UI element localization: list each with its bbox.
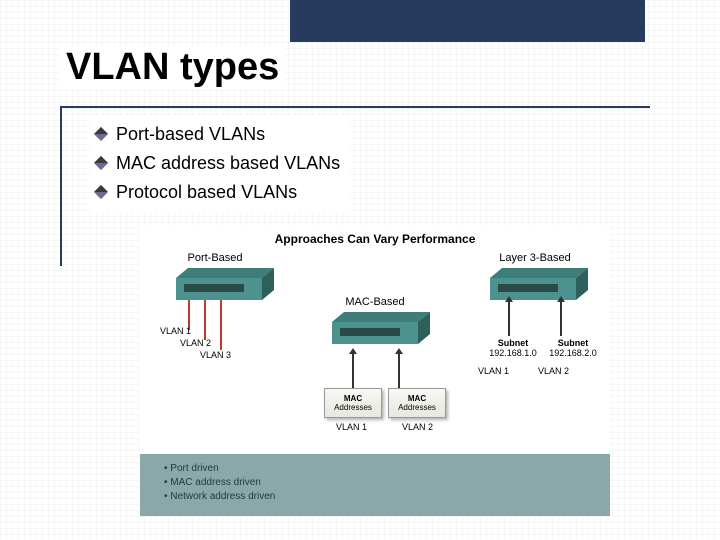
switch-icon <box>478 268 588 310</box>
bullet-list: Port-based VLANs MAC address based VLANs… <box>90 116 350 212</box>
port-line <box>220 300 222 350</box>
title-rule-h <box>60 106 650 108</box>
bullet-text: Port-based VLANs <box>116 120 265 149</box>
bullet-item: Port-based VLANs <box>96 120 340 149</box>
bullet-text: Protocol based VLANs <box>116 178 297 207</box>
diamond-icon <box>94 127 108 141</box>
mac-box: MAC Addresses <box>324 388 382 418</box>
mac-box-title: MAC <box>389 394 445 403</box>
bullet-item: Protocol based VLANs <box>96 178 340 207</box>
vlan-label: VLAN 2 <box>402 422 433 432</box>
port-line <box>204 300 206 340</box>
vlan-label: VLAN 2 <box>180 338 211 348</box>
arrow-icon <box>398 354 400 388</box>
slide-title: VLAN types <box>60 46 285 89</box>
switch-icon <box>164 268 274 310</box>
vlan-label: VLAN 2 <box>538 366 569 376</box>
mac-box: MAC Addresses <box>388 388 446 418</box>
footer-item: Network address driven <box>164 490 596 504</box>
mac-box-title: MAC <box>325 394 381 403</box>
bullet-item: MAC address based VLANs <box>96 149 340 178</box>
subnet-label: Subnet 192.168.1.0 <box>486 338 540 358</box>
footer-band: Port driven MAC address driven Network a… <box>140 454 610 516</box>
vlan-label: VLAN 1 <box>336 422 367 432</box>
mac-box-sub: Addresses <box>389 403 445 412</box>
footer-item: Port driven <box>164 462 596 476</box>
figure-title: Approaches Can Vary Performance <box>140 232 610 246</box>
vlan-label: VLAN 1 <box>160 326 191 336</box>
arrow-icon <box>352 354 354 388</box>
switch-icon <box>320 312 430 354</box>
title-rule-v <box>60 106 62 266</box>
subnet-ip: 192.168.1.0 <box>489 348 537 358</box>
column-header-left: Port-Based <box>150 252 280 264</box>
arrow-icon <box>560 302 562 336</box>
bullet-text: MAC address based VLANs <box>116 149 340 178</box>
column-header-mid: MAC-Based <box>310 296 440 308</box>
footer-item: MAC address driven <box>164 476 596 490</box>
header-bar <box>290 0 645 42</box>
vlan-label: VLAN 1 <box>478 366 509 376</box>
subnet-ip: 192.168.2.0 <box>549 348 597 358</box>
vlan-label: VLAN 3 <box>200 350 231 360</box>
subnet-word: Subnet <box>558 338 589 348</box>
subnet-label: Subnet 192.168.2.0 <box>546 338 600 358</box>
subnet-word: Subnet <box>498 338 529 348</box>
mac-box-sub: Addresses <box>325 403 381 412</box>
diamond-icon <box>94 185 108 199</box>
arrow-icon <box>508 302 510 336</box>
column-header-right: Layer 3-Based <box>470 252 600 264</box>
diamond-icon <box>94 156 108 170</box>
